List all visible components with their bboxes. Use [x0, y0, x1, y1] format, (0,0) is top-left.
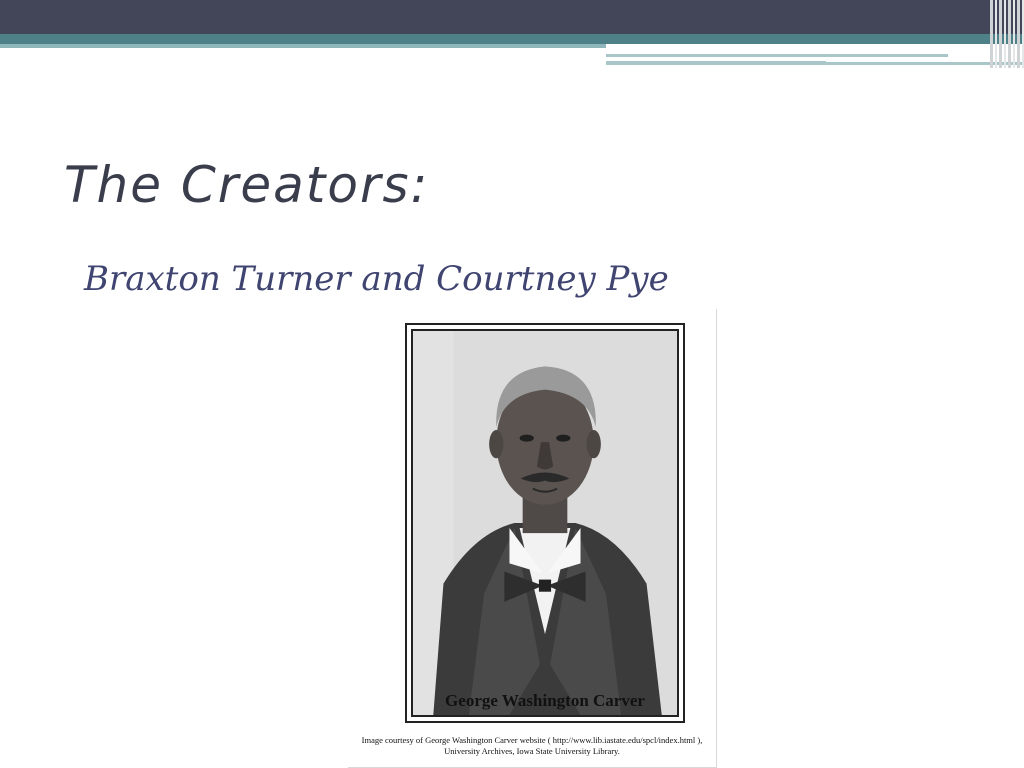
- slide-title: The Creators:: [64, 156, 430, 214]
- portrait-frame: George Washington Carver: [405, 323, 685, 723]
- header-notch: [606, 44, 1024, 54]
- header-band: [0, 0, 1024, 34]
- image-credit-line-2: University Archives, Iowa State Universi…: [444, 746, 620, 756]
- portrait-photo: George Washington Carver: [411, 329, 679, 717]
- portrait-illustration: [413, 331, 677, 715]
- header-accent-band: [0, 34, 1024, 44]
- header-accent-line-right: [606, 54, 948, 57]
- image-credit: Image courtesy of George Washington Carv…: [348, 735, 716, 757]
- header-accent-line: [0, 44, 606, 48]
- header-accent-line-right-lower: [606, 61, 826, 65]
- header-stripes: [990, 0, 1024, 68]
- image-credit-line-1: Image courtesy of George Washington Carv…: [361, 735, 703, 745]
- portrait-image-card: George Washington Carver Image courtesy …: [348, 309, 717, 768]
- slide-subtitle: Braxton Turner and Courtney Pye: [84, 259, 669, 299]
- photo-caption: George Washington Carver: [445, 691, 645, 710]
